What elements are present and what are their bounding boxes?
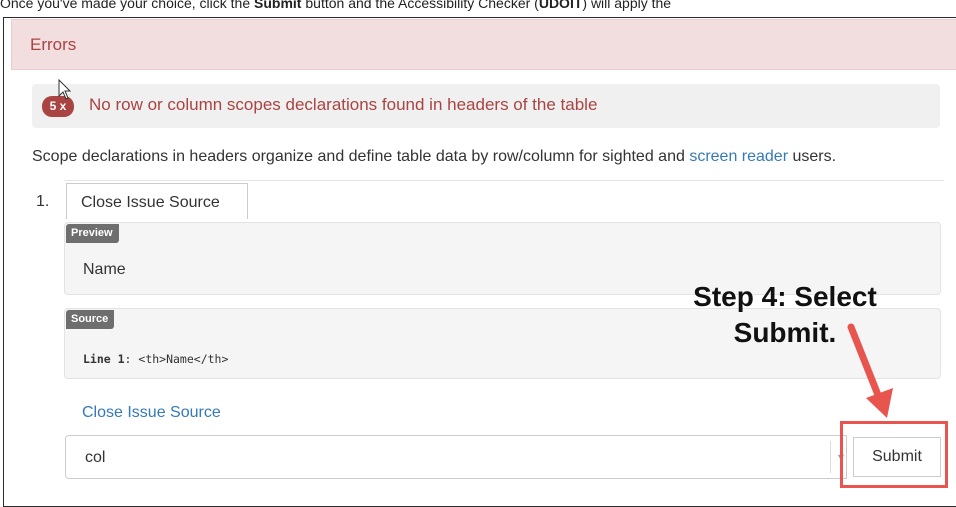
callout-arrow-icon xyxy=(847,323,893,418)
